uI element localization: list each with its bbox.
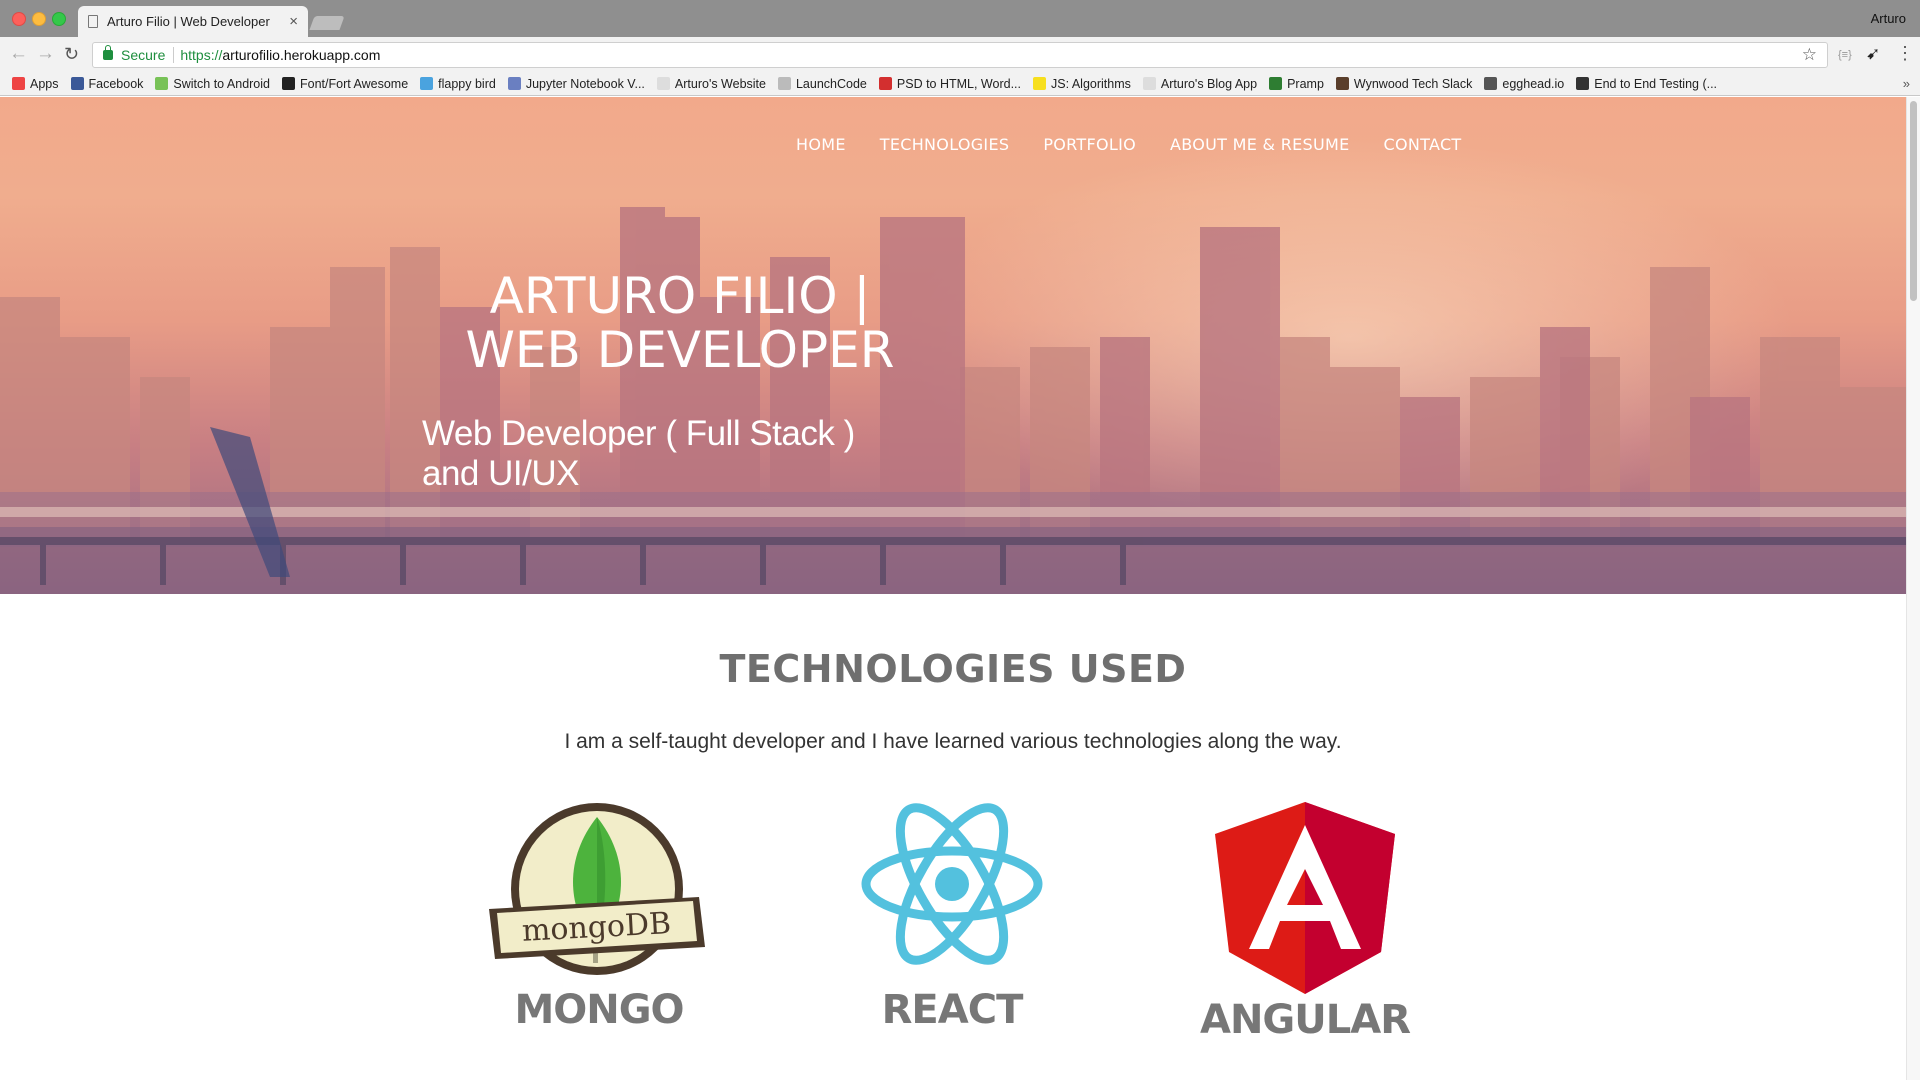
nav-portfolio[interactable]: PORTFOLIO bbox=[1043, 135, 1136, 154]
tech-name-react: REACT bbox=[881, 987, 1024, 1033]
bookmark-favicon-icon bbox=[1142, 77, 1156, 90]
hero-subtitle: Web Developer ( Full Stack ) and UI/UX bbox=[422, 414, 942, 494]
hero-title-line2: WEB DEVELOPER bbox=[465, 321, 895, 379]
bookmark-favicon-icon bbox=[656, 77, 670, 90]
bookmark-item[interactable]: LaunchCode bbox=[777, 76, 867, 91]
bookmark-label: Switch to Android bbox=[173, 76, 270, 91]
page-viewport: HOME TECHNOLOGIES PORTFOLIO ABOUT ME & R… bbox=[0, 97, 1920, 1080]
bookmark-label: Jupyter Notebook V... bbox=[525, 76, 645, 91]
minimize-window-button[interactable] bbox=[32, 12, 46, 26]
tech-card-angular: ANGULAR bbox=[1155, 797, 1455, 1043]
city-skyline-image bbox=[0, 207, 1906, 594]
address-bar[interactable]: Secure https:// arturofilio.herokuapp.co… bbox=[92, 42, 1828, 68]
bookmark-favicon-icon bbox=[1576, 77, 1590, 90]
react-logo-icon bbox=[861, 803, 1043, 965]
bookmark-item[interactable]: Arturo's Blog App bbox=[1142, 76, 1258, 91]
bookmark-item[interactable]: Jupyter Notebook V... bbox=[507, 76, 645, 91]
bookmark-label: Wynwood Tech Slack bbox=[1353, 76, 1473, 91]
url-scheme: https:// bbox=[180, 47, 223, 63]
reload-icon[interactable]: ↻ bbox=[64, 44, 79, 64]
browser-titlebar: Arturo Filio | Web Developer × Arturo bbox=[0, 0, 1920, 37]
tab-close-icon[interactable]: × bbox=[289, 13, 298, 30]
extension-icon[interactable]: {≡} bbox=[1838, 49, 1852, 61]
menu-icon[interactable]: ⋮ bbox=[1896, 43, 1914, 64]
tech-card-react: REACT bbox=[802, 797, 1102, 1033]
bookmark-favicon-icon bbox=[507, 77, 521, 90]
bookmarks-more-icon[interactable]: » bbox=[1903, 76, 1910, 91]
bookmark-item[interactable]: flappy bird bbox=[420, 77, 496, 91]
bookmark-favicon-icon bbox=[1484, 77, 1498, 90]
bookmark-label: End to End Testing (... bbox=[1594, 76, 1718, 91]
forward-icon[interactable]: → bbox=[36, 44, 55, 64]
bookmark-label: PSD to HTML, Word... bbox=[896, 76, 1021, 91]
bookmark-favicon-icon bbox=[1335, 77, 1349, 90]
back-icon[interactable]: ← bbox=[9, 44, 28, 64]
bookmark-item[interactable]: egghead.io bbox=[1484, 77, 1564, 91]
bookmark-item[interactable]: Font/Fort Awesome bbox=[282, 77, 408, 91]
hero-subtitle-line1: Web Developer ( Full Stack ) bbox=[422, 414, 855, 453]
secure-label: Secure bbox=[121, 47, 166, 63]
nav-about-resume[interactable]: ABOUT ME & RESUME bbox=[1170, 135, 1349, 154]
bookmark-favicon-icon bbox=[1269, 77, 1283, 90]
tab-title: Arturo Filio | Web Developer bbox=[107, 14, 270, 29]
bookmark-label: Arturo's Blog App bbox=[1160, 76, 1258, 91]
bookmark-label: Arturo's Website bbox=[674, 76, 766, 91]
bookmark-item[interactable]: Pramp bbox=[1269, 77, 1324, 91]
bookmark-item[interactable]: Facebook bbox=[70, 76, 144, 91]
browser-tab[interactable]: Arturo Filio | Web Developer × bbox=[78, 6, 308, 37]
bookmark-item[interactable]: Switch to Android bbox=[155, 77, 270, 91]
cursor-extension-icon[interactable]: ➹ bbox=[1866, 44, 1880, 64]
bookmark-label: egghead.io bbox=[1502, 76, 1565, 91]
hero-section: HOME TECHNOLOGIES PORTFOLIO ABOUT ME & R… bbox=[0, 97, 1906, 594]
nav-technologies[interactable]: TECHNOLOGIES bbox=[880, 135, 1010, 154]
hero-title-line1: ARTURO FILIO | bbox=[489, 267, 871, 325]
bookmark-label: Font/Fort Awesome bbox=[300, 76, 409, 91]
bookmark-item[interactable]: Apps bbox=[12, 77, 59, 91]
bookmark-item[interactable]: End to End Testing (... bbox=[1576, 77, 1717, 91]
tech-name-mongo: MONGO bbox=[514, 987, 684, 1033]
bookmark-favicon-icon bbox=[12, 77, 25, 90]
bookmark-item[interactable]: PSD to HTML, Word... bbox=[878, 76, 1021, 91]
page-icon bbox=[88, 15, 98, 28]
url-host: arturofilio.herokuapp.com bbox=[222, 47, 381, 63]
bookmark-item[interactable]: Wynwood Tech Slack bbox=[1335, 76, 1473, 91]
mongodb-logo-icon: mongoDB bbox=[489, 803, 705, 975]
lock-icon bbox=[103, 45, 113, 60]
bookmark-label: JS: Algorithms bbox=[1051, 76, 1131, 91]
technologies-title: TECHNOLOGIES USED bbox=[719, 647, 1187, 691]
close-window-button[interactable] bbox=[12, 12, 26, 26]
bookmark-item[interactable]: Arturo's Website bbox=[656, 76, 766, 91]
bookmark-favicon-icon bbox=[70, 77, 84, 90]
bookmark-item[interactable]: JS: Algorithms bbox=[1033, 77, 1131, 91]
bookmark-label: flappy bird bbox=[438, 76, 496, 91]
bookmark-favicon-icon bbox=[420, 77, 434, 90]
hero-subtitle-line2: and UI/UX bbox=[422, 454, 579, 493]
bookmark-label: Pramp bbox=[1287, 76, 1324, 91]
nav-contact[interactable]: CONTACT bbox=[1384, 135, 1462, 154]
bookmark-favicon-icon bbox=[282, 77, 295, 90]
main-nav: HOME TECHNOLOGIES PORTFOLIO ABOUT ME & R… bbox=[796, 135, 1496, 154]
bookmark-favicon-icon bbox=[1033, 77, 1046, 90]
address-divider bbox=[173, 47, 175, 63]
bookmarks-bar: Apps Facebook Switch to Android Font/Fort A… bbox=[0, 72, 1920, 96]
hero-title: ARTURO FILIO | WEB DEVELOPER bbox=[420, 269, 940, 377]
angular-logo-icon bbox=[1215, 802, 1395, 994]
profile-name[interactable]: Arturo bbox=[1871, 11, 1906, 26]
nav-home[interactable]: HOME bbox=[796, 135, 846, 154]
technologies-description: I am a self-taught developer and I have … bbox=[564, 730, 1342, 753]
maximize-window-button[interactable] bbox=[52, 12, 66, 26]
browser-toolbar: ← → ↻ Secure https:// arturofilio.heroku… bbox=[0, 37, 1920, 72]
new-tab-button[interactable] bbox=[309, 16, 345, 30]
tech-name-angular: ANGULAR bbox=[1200, 997, 1411, 1043]
bookmark-label: Apps bbox=[30, 76, 59, 91]
scrollbar-thumb[interactable] bbox=[1910, 101, 1917, 301]
bookmark-favicon-icon bbox=[777, 77, 791, 90]
bookmark-label: Facebook bbox=[88, 76, 144, 91]
bookmark-label: LaunchCode bbox=[795, 76, 867, 91]
page-scrollbar[interactable] bbox=[1906, 97, 1920, 1080]
bookmark-favicon-icon bbox=[155, 77, 169, 90]
bookmark-favicon-icon bbox=[878, 77, 892, 90]
star-icon[interactable]: ☆ bbox=[1802, 45, 1817, 65]
tech-card-mongo: mongoDB MONGO bbox=[449, 797, 749, 1033]
